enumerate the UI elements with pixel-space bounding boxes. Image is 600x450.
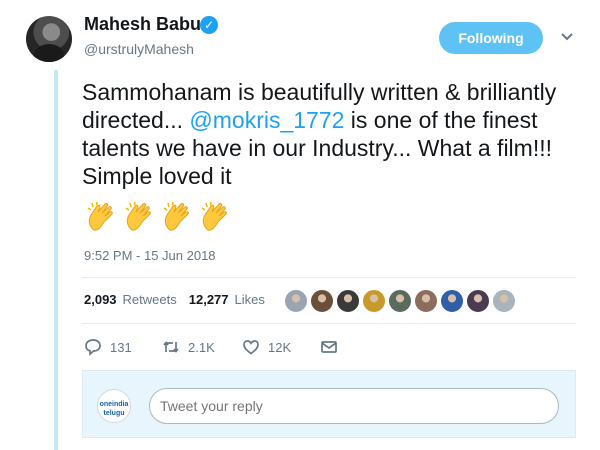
liker-avatar[interactable] (336, 289, 360, 313)
retweet-count: 2.1K (188, 339, 215, 355)
reply-avatar: oneindia telugu (97, 389, 131, 423)
author-handle[interactable]: @urstrulyMahesh (84, 41, 194, 57)
reply-input[interactable] (149, 388, 559, 424)
envelope-icon (321, 341, 337, 353)
like-action[interactable]: 12K (242, 338, 320, 356)
clapping-hands-icon (125, 201, 151, 231)
reply-composer: oneindia telugu (82, 370, 576, 438)
liker-avatars (284, 289, 516, 313)
tweet-actions: 131 2.1K 12K (84, 338, 338, 356)
following-button[interactable]: Following (439, 22, 543, 54)
emoji-row (84, 200, 232, 234)
divider (82, 277, 576, 278)
chevron-down-icon[interactable] (560, 30, 574, 44)
reply-count: 131 (110, 339, 132, 355)
liker-avatar[interactable] (284, 289, 308, 313)
clapping-hands-icon (87, 201, 113, 231)
liker-avatar[interactable] (440, 289, 464, 313)
author-avatar[interactable] (26, 16, 72, 62)
mention-link[interactable]: @mokris_1772 (189, 107, 344, 133)
like-count: 12K (268, 339, 292, 355)
retweets-label[interactable]: Retweets (123, 292, 177, 307)
liker-avatar[interactable] (388, 289, 412, 313)
liker-avatar[interactable] (414, 289, 438, 313)
divider (82, 323, 576, 324)
verified-badge-icon: ✓ (200, 16, 218, 34)
engagement-stats: 2,093 Retweets 12,277 Likes (84, 292, 265, 307)
author-name[interactable]: Mahesh Babu (84, 14, 201, 35)
retweet-icon (163, 341, 179, 353)
likes-label[interactable]: Likes (235, 292, 265, 307)
thread-line (54, 70, 58, 450)
liker-avatar[interactable] (362, 289, 386, 313)
reply-icon (85, 339, 101, 356)
heart-icon (243, 340, 259, 355)
retweet-action[interactable]: 2.1K (162, 338, 242, 356)
likes-count[interactable]: 12,277 (189, 292, 229, 307)
tweet-text: Sammohanam is beautifully written & bril… (82, 78, 582, 190)
clapping-hands-icon (163, 201, 189, 231)
tweet-timestamp[interactable]: 9:52 PM - 15 Jun 2018 (84, 248, 216, 263)
clapping-hands-icon (201, 201, 227, 231)
retweets-count[interactable]: 2,093 (84, 292, 117, 307)
liker-avatar[interactable] (310, 289, 334, 313)
liker-avatar[interactable] (466, 289, 490, 313)
reply-action[interactable]: 131 (84, 338, 162, 356)
direct-message-action[interactable] (320, 338, 338, 356)
liker-avatar[interactable] (492, 289, 516, 313)
